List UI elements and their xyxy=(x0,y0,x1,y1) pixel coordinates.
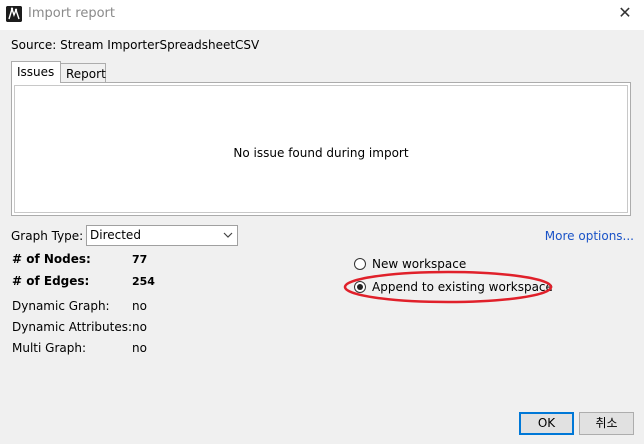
dynamic-graph-label: Dynamic Graph: xyxy=(12,299,110,313)
cancel-button[interactable]: 취소 xyxy=(579,412,634,435)
edges-label: # of Edges: xyxy=(12,274,90,288)
issues-list: No issue found during import xyxy=(14,85,628,213)
append-workspace-label: Append to existing workspace xyxy=(372,280,553,294)
chevron-down-icon xyxy=(223,232,233,238)
nodes-value: 77 xyxy=(132,253,148,266)
graph-type-label: Graph Type: xyxy=(11,229,84,243)
tab-report[interactable]: Report xyxy=(61,63,106,83)
close-button[interactable]: ✕ xyxy=(606,0,644,28)
tab-issues[interactable]: Issues xyxy=(11,61,61,83)
issues-panel: No issue found during import xyxy=(11,82,631,216)
append-workspace-radio[interactable] xyxy=(354,281,366,293)
dynamic-attributes-label: Dynamic Attributes: xyxy=(12,320,133,334)
graph-type-value: Directed xyxy=(90,228,141,242)
dynamic-attributes-value: no xyxy=(132,320,147,334)
gephi-app-icon xyxy=(6,6,22,22)
edges-value: 254 xyxy=(132,275,155,288)
new-workspace-radio[interactable] xyxy=(354,258,366,270)
more-options-link[interactable]: More options... xyxy=(545,229,634,243)
nodes-label: # of Nodes: xyxy=(12,252,91,266)
source-label: Source: Stream ImporterSpreadsheetCSV xyxy=(11,38,260,52)
multi-graph-label: Multi Graph: xyxy=(12,341,86,355)
no-issue-message: No issue found during import xyxy=(233,146,409,160)
new-workspace-label: New workspace xyxy=(372,257,467,271)
multi-graph-value: no xyxy=(132,341,147,355)
close-icon: ✕ xyxy=(618,3,632,22)
ok-button[interactable]: OK xyxy=(519,412,574,435)
graph-type-select[interactable]: Directed xyxy=(86,225,238,246)
import-report-dialog: Import report ✕ Source: Stream ImporterS… xyxy=(0,0,644,444)
dynamic-graph-value: no xyxy=(132,299,147,313)
title-bar: Import report ✕ xyxy=(0,0,644,30)
window-title: Import report xyxy=(28,6,115,21)
